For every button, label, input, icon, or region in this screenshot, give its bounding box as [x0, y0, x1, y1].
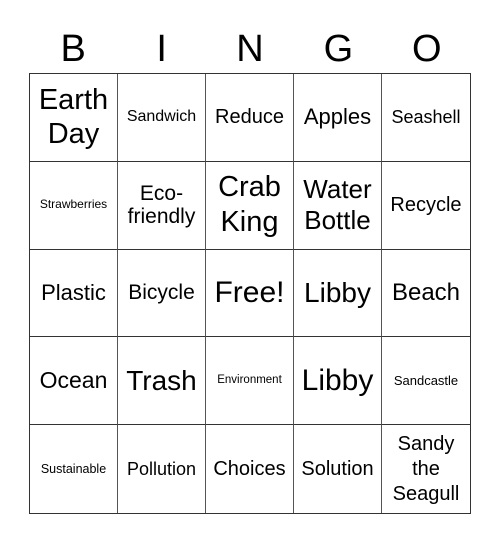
bingo-cell[interactable]: Earth Day — [30, 74, 118, 162]
bingo-header: B I N G O — [29, 24, 471, 74]
bingo-cell[interactable]: Libby — [294, 337, 382, 426]
bingo-cell[interactable]: Reduce — [206, 74, 294, 162]
bingo-cell[interactable]: Environment — [206, 337, 294, 426]
header-letter-i: I — [156, 28, 167, 70]
bingo-cell[interactable]: Pollution — [118, 425, 206, 513]
bingo-cell[interactable]: Water Bottle — [294, 161, 382, 250]
bingo-cell[interactable]: Sandcastle — [382, 337, 470, 426]
bingo-cell[interactable]: Strawberries — [30, 161, 118, 250]
bingo-cell[interactable]: Plastic — [30, 249, 118, 338]
bingo-cell[interactable]: Libby — [294, 249, 382, 338]
bingo-cell[interactable]: Beach — [382, 250, 470, 338]
bingo-cell[interactable]: Sandwich — [118, 74, 206, 162]
bingo-cell[interactable]: Free! — [206, 249, 294, 338]
bingo-cell[interactable]: Eco-friendly — [118, 161, 206, 250]
header-letter-g: G — [323, 28, 354, 70]
header-letter-n: N — [236, 28, 264, 70]
bingo-cell[interactable]: Choices — [206, 425, 294, 513]
header-letter-b: B — [60, 28, 86, 70]
bingo-cell[interactable]: Apples — [294, 74, 382, 162]
bingo-grid: Earth Day Sandwich Reduce Apples Seashel… — [29, 73, 471, 514]
header-letter-o: O — [412, 28, 442, 70]
bingo-cell[interactable]: Sandy the Seagull — [382, 425, 470, 513]
bingo-cell[interactable]: Trash — [118, 337, 206, 426]
bingo-cell[interactable]: Sustainable — [30, 425, 118, 513]
bingo-cell[interactable]: Bicycle — [118, 249, 206, 338]
bingo-cell[interactable]: Ocean — [30, 337, 118, 426]
bingo-cell[interactable]: Recycle — [382, 162, 470, 250]
bingo-cell[interactable]: Crab King — [206, 161, 294, 250]
bingo-cell[interactable]: Solution — [294, 425, 382, 513]
bingo-cell[interactable]: Seashell — [382, 74, 470, 162]
